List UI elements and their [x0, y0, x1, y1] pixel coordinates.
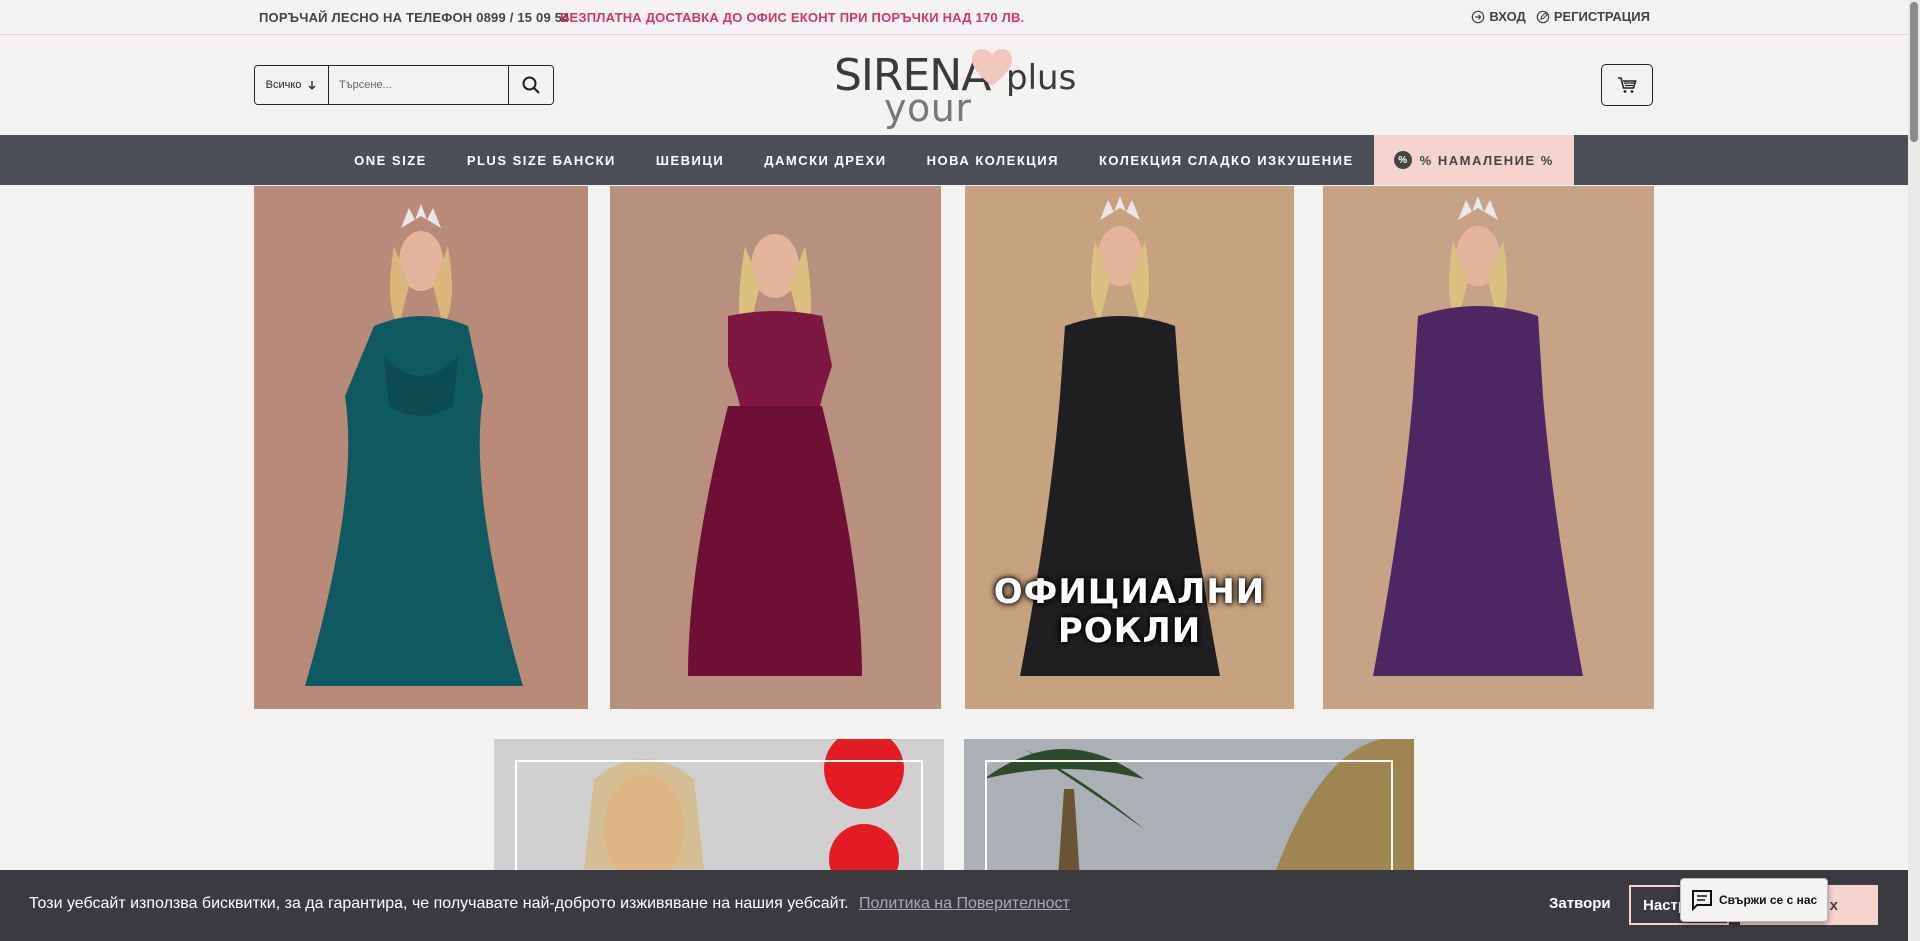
product-tile-teal-dress[interactable]: [254, 186, 588, 709]
contact-chat-button[interactable]: Свържи се с нас: [1680, 878, 1828, 922]
cookie-close-button[interactable]: Затвори: [1549, 895, 1611, 912]
auth-links: ВХОД РЕГИСТРАЦИЯ: [1471, 9, 1650, 24]
login-link[interactable]: ВХОД: [1471, 9, 1526, 24]
nav-item-embroidery[interactable]: ШЕВИЦИ: [636, 135, 744, 185]
search-category-select[interactable]: Всичко: [255, 66, 329, 104]
cookie-text: Този уебсайт използва бисквитки, за да г…: [29, 895, 849, 912]
site-header: Всичко SIRENA plus your body: [0, 36, 1908, 174]
cart-icon: [1618, 77, 1637, 93]
nav-item-womens-clothing[interactable]: ДАМСКИ ДРЕХИ: [744, 135, 906, 185]
top-bar: ПОРЪЧАЙ ЛЕСНО НА ТЕЛЕФОН 0899 / 15 09 54…: [0, 0, 1908, 35]
register-link[interactable]: РЕГИСТРАЦИЯ: [1536, 9, 1650, 24]
product-tile-burgundy-dress[interactable]: [610, 186, 941, 709]
search-input[interactable]: [329, 66, 508, 104]
arrow-down-icon: [308, 81, 316, 90]
product-tile-purple-dress[interactable]: [1323, 186, 1654, 709]
phone-order-text: ПОРЪЧАЙ ЛЕСНО НА ТЕЛЕФОН 0899 / 15 09 54: [259, 10, 570, 25]
nav-item-sale[interactable]: % % НАМАЛЕНИЕ %: [1373, 135, 1574, 185]
search-icon: [522, 76, 540, 94]
nav-item-sweet-temptation[interactable]: КОЛЕКЦИЯ СЛАДКО ИЗКУШЕНИЕ: [1079, 135, 1374, 185]
cookie-banner: Този уебсайт използва бисквитки, за да г…: [0, 870, 1908, 941]
scrollbar-thumb[interactable]: [1910, 2, 1918, 142]
nav-sale-label: % НАМАЛЕНИЕ %: [1419, 152, 1554, 168]
caption-line-2: РОКЛИ: [1057, 611, 1202, 651]
product-tile-black-dress[interactable]: ОФИЦИАЛНИ РОКЛИ: [965, 186, 1294, 709]
cart-button[interactable]: [1601, 64, 1653, 106]
formal-dresses-caption: ОФИЦИАЛНИ РОКЛИ: [965, 573, 1294, 651]
search-bar: Всичко: [254, 65, 554, 105]
login-icon: [1472, 10, 1485, 23]
privacy-policy-link[interactable]: Политика на Поверителност: [859, 895, 1070, 912]
free-delivery-promo: БЕЗПЛАТНА ДОСТАВКА ДО ОФИС ЕКОНТ ПРИ ПОР…: [560, 10, 1025, 25]
page-scrollbar[interactable]: [1908, 0, 1920, 941]
site-logo[interactable]: SIRENA plus your body: [832, 46, 1076, 174]
login-label: ВХОД: [1489, 9, 1526, 24]
purple-dress-photo: [1323, 186, 1654, 709]
main-nav: ONE SIZE PLUS SIZE БАНСКИ ШЕВИЦИ ДАМСКИ …: [0, 135, 1908, 185]
burgundy-dress-photo: [610, 186, 941, 709]
caption-line-1: ОФИЦИАЛНИ: [993, 572, 1266, 612]
nav-item-new-collection[interactable]: НОВА КОЛЕКЦИЯ: [907, 135, 1079, 185]
chat-icon: [1692, 890, 1712, 911]
register-icon: [1536, 10, 1550, 23]
search-button[interactable]: [508, 66, 553, 104]
chat-label: Свържи се с нас: [1719, 893, 1818, 907]
nav-item-one-size[interactable]: ONE SIZE: [334, 135, 447, 185]
search-category-label: Всичко: [265, 79, 302, 91]
percent-icon: %: [1393, 151, 1412, 169]
nav-item-swimwear[interactable]: PLUS SIZE БАНСКИ: [447, 135, 636, 185]
register-label: РЕГИСТРАЦИЯ: [1553, 9, 1650, 24]
teal-dress-photo: [254, 186, 588, 709]
cookie-message: Този уебсайт използва бисквитки, за да г…: [29, 895, 1070, 913]
